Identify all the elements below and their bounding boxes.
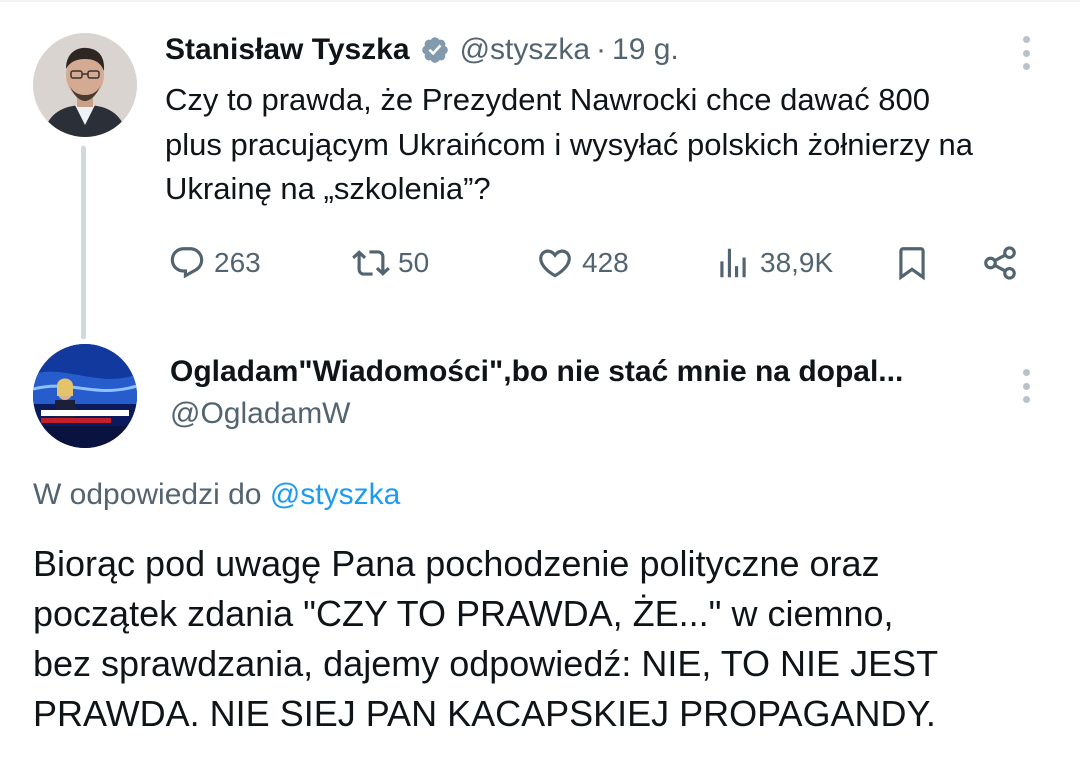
reply-button[interactable]: 263 [168,240,261,286]
views-button[interactable]: 38,9K [714,240,833,286]
avatar[interactable] [33,344,137,448]
reply-icon [170,247,204,279]
author-name[interactable]: Ogladam"Wiadomości",bo nie stać mnie na … [170,355,990,389]
author-handle[interactable]: @OgladamW [170,397,351,431]
like-count: 428 [582,247,629,278]
like-icon [539,249,571,278]
avatar[interactable] [33,33,137,137]
replying-to-line: W odpowiedzi do @styszka [33,478,400,512]
reply-count: 263 [214,247,261,278]
top-divider [0,0,1080,2]
tweet-header: Stanisław Tyszka @styszka · 19 g. [165,30,679,70]
separator-dot: · [596,33,607,66]
views-icon [720,248,746,278]
reply-mention-link[interactable]: @styszka [270,478,400,511]
bookmark-button[interactable] [893,240,931,286]
bookmark-icon [899,247,925,281]
view-count: 38,9K [760,247,834,278]
reply-prefix: W odpowiedzi do [33,478,262,511]
author-handle[interactable]: @styszka [460,33,590,67]
repost-icon [352,250,390,276]
repost-count: 50 [398,247,430,278]
more-icon[interactable] [1022,36,1030,70]
author-name[interactable]: Stanisław Tyszka [165,33,410,67]
repost-button[interactable]: 50 [352,240,429,286]
like-button[interactable]: 428 [536,240,629,286]
tweet-text: Biorąc pod uwagę Pana pochodzenie polity… [33,543,939,734]
tweet-actions-bar: 263 50 428 38,9K [0,240,1080,286]
verified-badge-icon[interactable] [420,35,450,65]
share-button[interactable] [981,240,1019,286]
tweet-timestamp[interactable]: 19 g. [612,33,679,67]
tweet-text: Czy to prawda, że Prezydent Nawrocki chc… [165,82,973,206]
share-icon [984,246,1016,280]
more-icon[interactable] [1022,369,1030,403]
